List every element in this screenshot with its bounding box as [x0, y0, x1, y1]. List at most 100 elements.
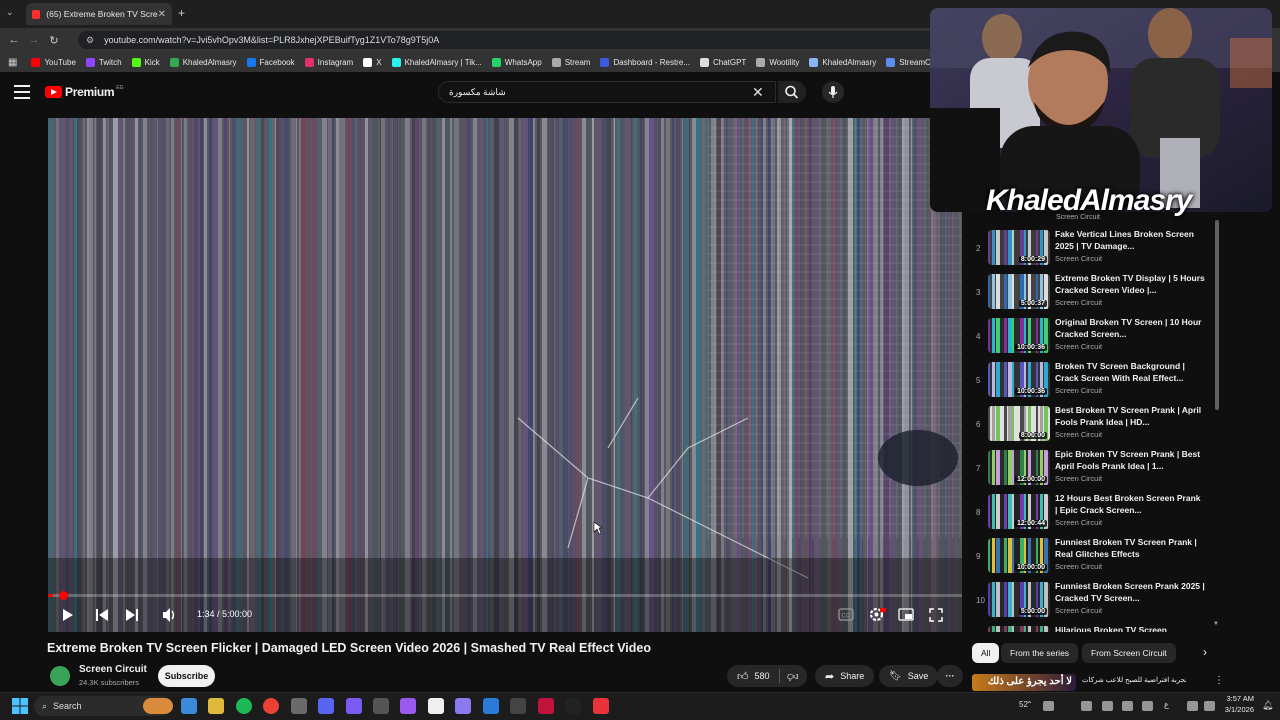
voice-search-button[interactable]	[822, 81, 844, 103]
steam-icon[interactable]	[1043, 701, 1054, 711]
playlist-item[interactable]: Hilarious Broken TV Screen	[972, 624, 1222, 632]
windows-start-button[interactable]	[12, 698, 28, 719]
playlist-item[interactable]: 8 12:00:44 12 Hours Best Broken Screen Pra…	[972, 492, 1222, 536]
share-button[interactable]: ➦ Share	[815, 665, 875, 687]
arc-icon[interactable]	[510, 698, 526, 714]
playlist-thumbnail[interactable]: 12:00:00	[988, 450, 1050, 485]
bookmark-item[interactable]: Dashboard - Restre...	[600, 57, 690, 67]
playlist-thumbnail[interactable]: 10:00:00	[988, 538, 1050, 573]
notifications-icon[interactable]: 🔔︎	[1262, 700, 1273, 711]
reload-icon[interactable]: ↻	[44, 34, 64, 47]
promo-more-icon[interactable]: ⋮	[1214, 675, 1224, 686]
gamepad-icon[interactable]	[455, 698, 471, 714]
playlist-item[interactable]: 3 5:00:37 Extreme Broken TV Display | 5 Ho…	[972, 272, 1222, 316]
playlist-thumbnail[interactable]: 12:00:44	[988, 494, 1050, 529]
like-button[interactable]: 👍︎ 580	[727, 670, 779, 683]
bookmark-item[interactable]: Instagram	[304, 57, 353, 67]
bookmark-item[interactable]: Twitch	[85, 57, 122, 67]
video-player[interactable]	[48, 118, 962, 632]
playlist-item[interactable]: 9 10:00:00 Funniest Broken TV Screen Prank…	[972, 536, 1222, 580]
playlist-item[interactable]: 10 5:00:00 Funniest Broken Screen Prank 20…	[972, 580, 1222, 624]
bookmark-item[interactable]: WhatsApp	[491, 57, 542, 67]
bookmark-item[interactable]: Facebook	[246, 57, 295, 67]
new-tab-button[interactable]: +	[178, 6, 185, 20]
bookmark-item[interactable]: ChatGPT	[699, 57, 746, 67]
progress-bar[interactable]	[48, 591, 962, 600]
notes-app-icon[interactable]	[428, 698, 444, 714]
playlist-item-title[interactable]: Original Broken TV Screen | 10 Hour Crac…	[1055, 316, 1205, 340]
bookmark-item[interactable]: KhaledAlmasry	[169, 57, 237, 67]
subscribe-button[interactable]: Subscribe	[158, 665, 215, 687]
playlist-item-title[interactable]: Best Broken TV Screen Prank | April Fool…	[1055, 404, 1205, 428]
adobe-icon[interactable]	[593, 698, 609, 714]
bookmark-item[interactable]: KhaledAlmasry	[809, 57, 876, 67]
scroll-down-arrow-icon[interactable]: ▼	[1213, 621, 1219, 627]
taskbar-clock[interactable]: 3:57 AM 3/1/2026	[1222, 694, 1254, 714]
terminal-icon[interactable]	[565, 698, 581, 714]
chrome-icon[interactable]	[263, 698, 279, 714]
more-actions-button[interactable]: ···	[937, 665, 963, 687]
search-input[interactable]: شاشة مكسورة	[438, 81, 776, 103]
playlist-item-title[interactable]: 12 Hours Best Broken Screen Prank | Epic…	[1055, 492, 1205, 516]
bookmark-item[interactable]: Wootility	[756, 57, 799, 67]
playlist-item-title[interactable]: Extreme Broken TV Display | 5 Hours Crac…	[1055, 272, 1205, 296]
copilot-icon[interactable]	[181, 698, 197, 714]
playlist-scrollbar[interactable]	[1215, 220, 1219, 410]
playlist-item[interactable]: 2 8:00:29 Fake Vertical Lines Broken Scree…	[972, 228, 1222, 272]
chip-from-channel[interactable]: From Screen Circuit	[1082, 643, 1176, 663]
progress-scrubber[interactable]	[58, 591, 68, 600]
promo-thumbnail[interactable]: لا أحد يجرؤ على ذلك	[972, 674, 1076, 691]
playlist-item-title[interactable]: Epic Broken TV Screen Prank | Best April…	[1055, 448, 1205, 472]
save-button[interactable]: 🔖︎ Save	[879, 665, 939, 687]
playlist-item-title[interactable]: Fake Vertical Lines Broken Screen 2025 |…	[1055, 228, 1205, 252]
game-bar-icon[interactable]	[1102, 701, 1113, 711]
menu-hamburger-icon[interactable]	[14, 85, 30, 99]
tab-close-icon[interactable]: ✕	[158, 9, 166, 20]
playlist-thumbnail[interactable]: 5:00:00	[988, 582, 1050, 617]
previous-button[interactable]	[95, 608, 109, 627]
apps-grid-icon[interactable]: ▦	[8, 57, 17, 68]
tab-list-chevron-icon[interactable]: ⌄	[6, 7, 14, 18]
playlist-item[interactable]: 6 8:00:00 Best Broken TV Screen Prank | Ap…	[972, 404, 1222, 448]
site-info-icon[interactable]: ⚙	[86, 35, 94, 46]
playlist-item-title[interactable]: Broken TV Screen Background | Crack Scre…	[1055, 360, 1205, 384]
bookmark-item[interactable]: KhaledAlmasry | Tik...	[391, 57, 482, 67]
playlist-thumbnail[interactable]: 5:00:37	[988, 274, 1050, 309]
fullscreen-button[interactable]	[929, 608, 943, 627]
browser-tab-active[interactable]: (65) Extreme Broken TV Screen ✕	[26, 3, 172, 25]
discord-icon[interactable]	[318, 698, 334, 714]
playlist-thumbnail[interactable]	[988, 626, 1050, 632]
weather-widget-icon[interactable]	[143, 698, 173, 714]
playlist-item[interactable]: 5 10:00:36 Broken TV Screen Background | C…	[972, 360, 1222, 404]
volume-tray-icon[interactable]	[1204, 701, 1215, 711]
playlist-thumbnail[interactable]: 10:00:36	[988, 362, 1050, 397]
red-app-icon[interactable]	[538, 698, 554, 714]
store-icon[interactable]	[483, 698, 499, 714]
back-arrow-tray-icon[interactable]	[1081, 701, 1092, 711]
keyboard-app-icon[interactable]	[373, 698, 389, 714]
address-bar[interactable]: ⚙ youtube.com/watch?v=Jvi5vhOpv3M&list=P…	[78, 31, 938, 49]
playlist-item-title[interactable]: Hilarious Broken TV Screen	[1055, 624, 1205, 632]
chip-all[interactable]: All	[972, 643, 1000, 663]
back-arrow-icon[interactable]: ←	[4, 34, 24, 46]
spotify-icon[interactable]	[236, 698, 252, 714]
youtube-premium-logo[interactable]: Premium EG	[45, 85, 124, 99]
bookmark-item[interactable]: X	[363, 57, 382, 67]
bookmark-item[interactable]: Kick	[131, 57, 160, 67]
play-button[interactable]	[62, 608, 74, 627]
display-icon[interactable]	[1187, 701, 1198, 711]
network-icon[interactable]	[1122, 701, 1133, 711]
channel-avatar[interactable]	[50, 666, 70, 686]
playlist-item-title[interactable]: Funniest Broken TV Screen Prank | Real G…	[1055, 536, 1205, 560]
playlist-thumbnail[interactable]: 10:00:36	[988, 318, 1050, 353]
search-button[interactable]	[778, 81, 806, 103]
purple-app-icon[interactable]	[400, 698, 416, 714]
input-language[interactable]: ع	[1164, 700, 1169, 709]
volume-button[interactable]	[162, 607, 178, 628]
playlist-item[interactable]: 7 12:00:00 Epic Broken TV Screen Prank | B…	[972, 448, 1222, 492]
playlist-thumbnail[interactable]: 8:00:00	[988, 406, 1050, 441]
chips-next-chevron-icon[interactable]: ›	[1203, 645, 1207, 659]
playlist-thumbnail[interactable]: 8:00:29	[988, 230, 1050, 265]
dislike-button[interactable]: 👍︎	[780, 670, 799, 683]
channel-name[interactable]: Screen Circuit	[79, 664, 147, 675]
